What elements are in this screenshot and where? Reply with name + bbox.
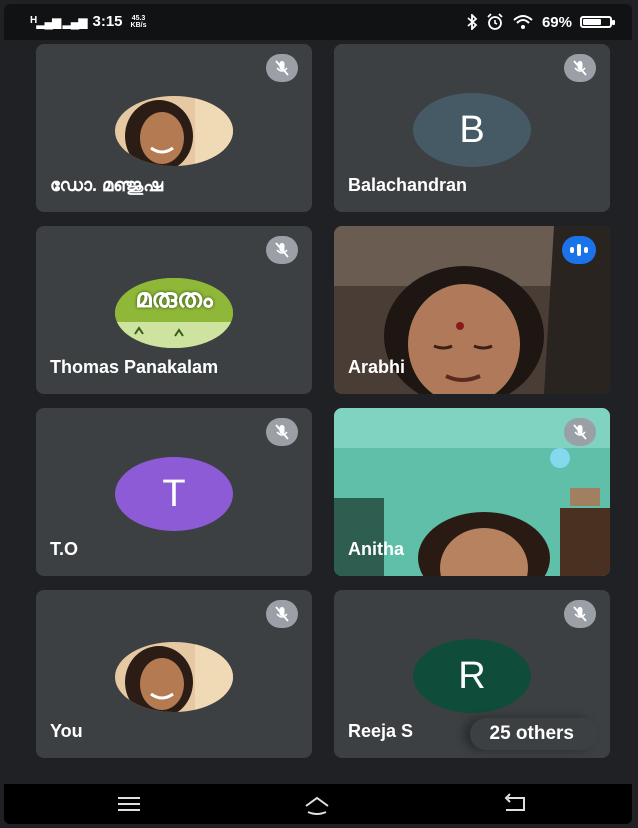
participant-tile[interactable]: B Balachandran <box>334 44 610 212</box>
home-icon[interactable] <box>302 792 332 816</box>
battery-percent: 69% <box>541 13 572 31</box>
participant-tile[interactable]: മരുതം Thomas Panakalam <box>36 226 312 394</box>
mic-off-icon <box>564 600 596 628</box>
avatar-logo: മരുതം <box>115 278 233 348</box>
speaking-indicator-icon <box>562 236 596 264</box>
participant-name: You <box>50 721 83 741</box>
menu-icon[interactable] <box>114 792 144 816</box>
mic-off-icon <box>266 236 298 264</box>
network-speed: 45.3 KB/s <box>130 14 147 29</box>
participant-tile[interactable]: Arabhi <box>334 226 610 394</box>
avatar-photo <box>115 96 233 166</box>
back-icon[interactable] <box>500 792 530 816</box>
clock: 3:15 <box>92 13 123 30</box>
participant-name: Balachandran <box>348 175 468 195</box>
mic-off-icon <box>266 600 298 628</box>
alarm-icon <box>487 13 503 30</box>
navigation-bar <box>4 784 632 824</box>
mic-off-icon <box>564 418 596 446</box>
avatar-photo <box>115 642 233 712</box>
participant-name: Anitha <box>348 539 404 559</box>
participant-tile[interactable]: ഡോ. മഞ്ജുഷ <box>36 44 312 212</box>
participant-tile[interactable]: T T.O <box>36 408 312 576</box>
mic-off-icon <box>266 54 298 82</box>
participant-name: Thomas Panakalam <box>50 357 219 377</box>
status-bar: H▂▄▆ ▂▄▆ 3:15 45.3 KB/s 69% <box>4 4 632 40</box>
participant-tile[interactable]: Anitha <box>334 408 610 576</box>
participant-name: Arabhi <box>348 357 406 377</box>
logo-text: മരുതം <box>135 284 213 314</box>
participant-tile[interactable]: You <box>36 590 312 758</box>
mic-off-icon <box>266 418 298 446</box>
participant-name: ഡോ. മഞ്ജുഷ <box>50 175 164 195</box>
participant-tile[interactable]: R Reeja S 25 others <box>334 590 610 758</box>
signal-icon: H▂▄▆ ▂▄▆ <box>30 14 87 29</box>
battery-icon <box>580 16 615 28</box>
avatar-initial: T <box>115 457 233 531</box>
others-button[interactable]: 25 others <box>469 718 598 750</box>
avatar-initial: R <box>413 639 531 713</box>
phone-screen: H▂▄▆ ▂▄▆ 3:15 45.3 KB/s 69% ഡോ. മഞ്ജുഷ B… <box>4 4 632 824</box>
participant-name: Reeja S <box>348 721 414 741</box>
wifi-icon <box>513 15 533 29</box>
mic-off-icon <box>564 54 596 82</box>
avatar-initial: B <box>413 93 531 167</box>
bluetooth-icon <box>467 14 478 30</box>
participant-name: T.O <box>50 539 79 559</box>
